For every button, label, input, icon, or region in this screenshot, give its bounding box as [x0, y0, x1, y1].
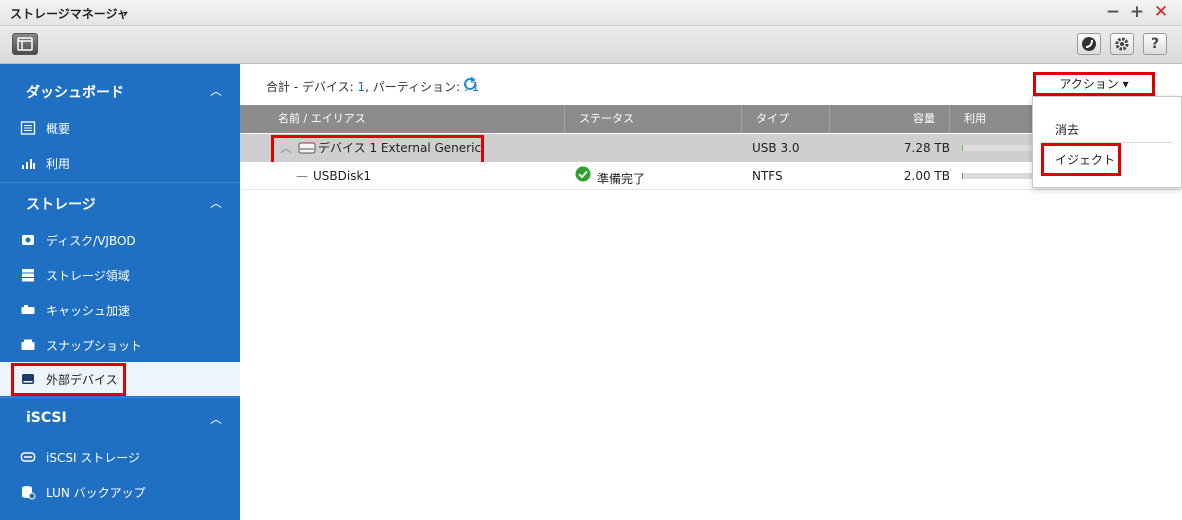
sidebar-divider — [0, 182, 240, 183]
usage-bar — [962, 173, 1032, 179]
sidebar-section-storage[interactable]: ストレージ ︿ — [0, 184, 240, 220]
qnap-app-button[interactable] — [1077, 33, 1101, 55]
sidebar-item-storage-space[interactable]: ストレージ領域 — [0, 258, 240, 292]
sidebar-item-usage[interactable]: 利用 — [0, 146, 240, 180]
sidebar-section-dashboard[interactable]: ダッシュボード ︿ — [0, 72, 240, 108]
help-icon: ? — [1150, 36, 1160, 52]
cache-icon — [21, 305, 35, 314]
snapshot-icon — [21, 339, 35, 350]
partition-type: NTFS — [752, 169, 783, 183]
close-icon[interactable]: ✕ — [1152, 3, 1170, 21]
chevron-up-icon: ︿ — [209, 196, 222, 210]
sidebar-toggle-button[interactable] — [12, 33, 38, 55]
sidebar-item-label: キャッシュ加速 — [46, 304, 131, 318]
tree-branch-marker: — — [296, 169, 308, 183]
sidebar-item-disk-vjbod[interactable]: ディスク/VJBOD — [0, 223, 240, 257]
sidebar-section-label: ストレージ — [26, 197, 96, 213]
maximize-icon[interactable]: + — [1128, 3, 1146, 21]
iscsi-icon — [20, 452, 36, 462]
sidebar-layout-icon — [17, 37, 33, 51]
settings-button[interactable] — [1110, 33, 1134, 55]
overview-icon — [20, 121, 36, 135]
sidebar-item-cache-acceleration[interactable]: キャッシュ加速 — [0, 293, 240, 327]
storage-space-icon — [22, 269, 34, 282]
sidebar-item-label: ディスク/VJBOD — [46, 234, 136, 248]
sidebar-item-snapshot[interactable]: スナップショット — [0, 328, 240, 362]
sidebar-item-label: iSCSI ストレージ — [46, 451, 141, 465]
sidebar: ダッシュボード ︿ 概要 利用 ストレージ ︿ ディスク/VJBOD ストレージ… — [0, 64, 240, 520]
gear-icon — [1115, 37, 1129, 51]
highlight-box-external-device — [11, 363, 126, 396]
summary-prefix: 合計 - デバイス: — [266, 80, 358, 94]
usage-fill — [962, 173, 964, 179]
device-summary: 合計 - デバイス: 1, パーティション: : 1 — [266, 78, 479, 95]
menu-item-label: 消去 — [1055, 123, 1080, 137]
minimize-icon[interactable]: − — [1104, 3, 1122, 21]
summary-middle: , パーティション: : — [365, 80, 472, 94]
action-dropdown-menu: 消去 イジェクト — [1032, 96, 1182, 188]
refresh-icon[interactable] — [462, 76, 478, 92]
check-circle-icon — [575, 166, 591, 182]
sidebar-section-iscsi[interactable]: iSCSI ︿ — [0, 400, 240, 436]
device-type: USB 3.0 — [752, 141, 800, 155]
chevron-up-icon: ︿ — [209, 84, 222, 98]
column-header-type[interactable]: タイプ — [742, 105, 830, 133]
disk-icon — [22, 235, 34, 245]
sidebar-divider — [0, 397, 240, 398]
device-count: 1 — [357, 80, 366, 94]
toolbar: ? — [0, 26, 1182, 64]
sidebar-item-iscsi-storage[interactable]: iSCSI ストレージ — [0, 440, 240, 474]
sidebar-item-label: ストレージ領域 — [46, 269, 130, 283]
sidebar-section-label: iSCSI — [26, 410, 67, 426]
sidebar-section-label: ダッシュボード — [26, 85, 124, 101]
sidebar-item-label: 概要 — [46, 122, 71, 136]
usage-bar — [962, 145, 1032, 151]
usage-fill — [962, 145, 964, 151]
sidebar-item-label: スナップショット — [46, 339, 143, 353]
column-header-status[interactable]: ステータス — [565, 105, 742, 133]
highlight-box-eject — [1041, 143, 1121, 176]
window-titlebar: ストレージマネージャ − + ✕ — [0, 0, 1182, 26]
help-button[interactable]: ? — [1143, 33, 1167, 55]
device-capacity: 7.28 TB — [903, 141, 950, 155]
sidebar-item-lun-backup[interactable]: LUN バックアップ — [0, 475, 240, 509]
partition-capacity: 2.00 TB — [903, 169, 950, 183]
column-header-name[interactable]: 名前 / エイリアス — [240, 105, 565, 133]
usage-chart-icon — [22, 159, 35, 169]
partition-status: 準備完了 — [597, 172, 646, 186]
partition-name: USBDisk1 — [313, 169, 372, 183]
chevron-up-icon: ︿ — [209, 412, 222, 426]
column-header-capacity[interactable]: 容量 — [830, 105, 950, 133]
menu-item-erase[interactable]: 消去 — [1033, 113, 1182, 143]
sidebar-item-overview[interactable]: 概要 — [0, 111, 240, 145]
action-button[interactable]: アクション ▾ — [1033, 72, 1155, 96]
sidebar-item-label: LUN バックアップ — [46, 486, 146, 500]
sidebar-item-label: 利用 — [46, 157, 71, 171]
window-title: ストレージマネージャ — [10, 7, 129, 21]
qnap-logo-icon — [1082, 37, 1096, 51]
lun-backup-icon — [22, 486, 36, 500]
